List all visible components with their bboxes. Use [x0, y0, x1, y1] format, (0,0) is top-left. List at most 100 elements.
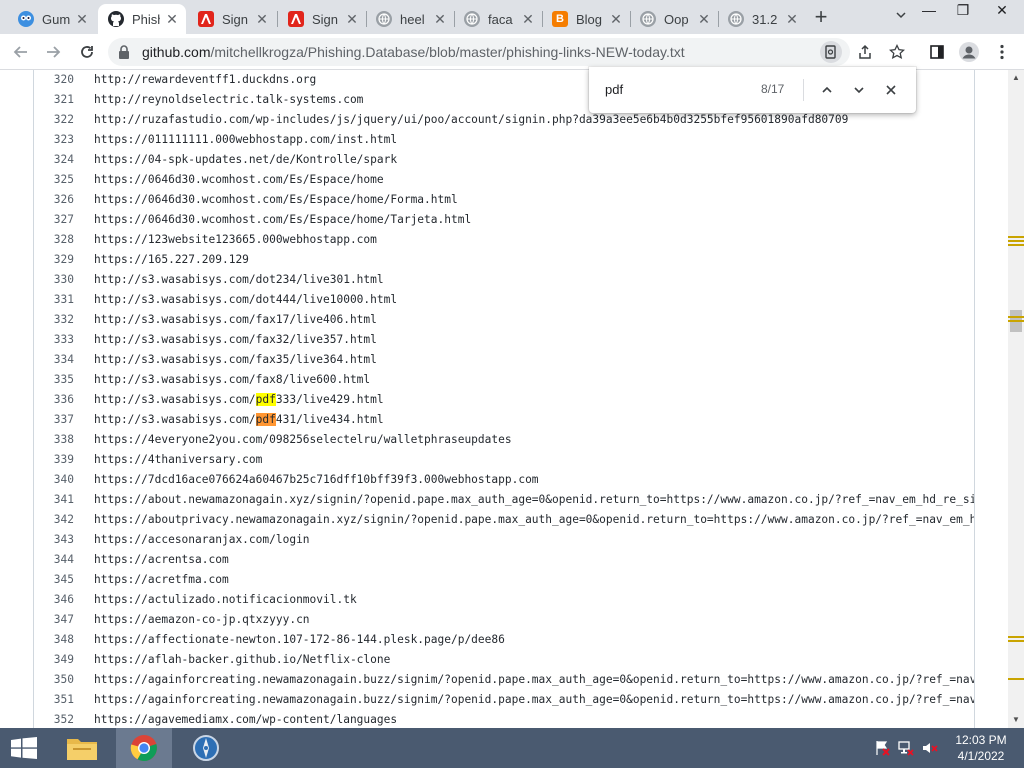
find-next-button[interactable] — [848, 79, 870, 101]
tab-2-active[interactable]: Phish ✕ — [98, 4, 186, 34]
find-input[interactable]: pdf — [605, 82, 623, 97]
start-button[interactable] — [0, 728, 48, 768]
line-number[interactable]: 322 — [34, 110, 74, 130]
tab-9[interactable]: 31.2 ✕ — [718, 4, 806, 34]
back-button[interactable] — [8, 39, 34, 65]
line-number[interactable]: 333 — [34, 330, 74, 350]
arrow-right-icon — [47, 46, 61, 58]
close-tab-icon[interactable]: ✕ — [432, 11, 448, 27]
windows-taskbar: 12:03 PM 4/1/2022 — [0, 728, 1024, 768]
line-text: http://s3.wasabisys.com/dot234/live301.h… — [94, 273, 384, 286]
more-menu-icon[interactable] — [990, 40, 1014, 64]
line-number[interactable]: 323 — [34, 130, 74, 150]
line-number[interactable]: 338 — [34, 430, 74, 450]
code-line: 325 https://0646d30.wcomhost.com/Es/Espac… — [34, 170, 974, 190]
network-app-taskbar-button[interactable] — [178, 728, 234, 768]
system-clock[interactable]: 12:03 PM 4/1/2022 — [946, 732, 1016, 764]
close-tab-icon[interactable]: ✕ — [254, 11, 270, 27]
vertical-scrollbar[interactable]: ▲ ▼ — [1008, 70, 1024, 728]
close-tab-icon[interactable]: ✕ — [696, 11, 712, 27]
action-center-flag-icon[interactable] — [873, 740, 891, 756]
tab-title: Gum — [42, 11, 70, 27]
line-number[interactable]: 337 — [34, 410, 74, 430]
new-tab-button[interactable]: + — [808, 5, 834, 31]
line-number[interactable]: 344 — [34, 550, 74, 570]
share-icon[interactable] — [853, 40, 877, 64]
line-number[interactable]: 320 — [34, 70, 74, 90]
line-number[interactable]: 348 — [34, 630, 74, 650]
volume-muted-icon[interactable] — [921, 740, 939, 756]
line-number[interactable]: 321 — [34, 90, 74, 110]
tab-5[interactable]: heel ✕ — [366, 4, 454, 34]
code-line: 326 https://0646d30.wcomhost.com/Es/Espac… — [34, 190, 974, 210]
line-text: https://123website123665.000webhostapp.c… — [94, 233, 377, 246]
find-close-button[interactable] — [880, 79, 902, 101]
find-result-marker — [1008, 240, 1024, 242]
arrow-left-icon — [13, 46, 27, 58]
tab-1[interactable]: Gum ✕ — [8, 4, 96, 34]
close-tab-icon[interactable]: ✕ — [164, 11, 180, 27]
line-number[interactable]: 347 — [34, 610, 74, 630]
line-number[interactable]: 331 — [34, 290, 74, 310]
address-bar[interactable]: github.com/mitchellkrogza/Phishing.Datab… — [108, 38, 850, 66]
find-previous-button[interactable] — [816, 79, 838, 101]
line-number[interactable]: 325 — [34, 170, 74, 190]
restore-button[interactable]: ❐ — [946, 0, 980, 22]
tab-6[interactable]: faca ✕ — [454, 4, 542, 34]
line-number[interactable]: 345 — [34, 570, 74, 590]
tab-8[interactable]: Oop ✕ — [630, 4, 718, 34]
line-number[interactable]: 336 — [34, 390, 74, 410]
code-line: 331 http://s3.wasabisys.com/dot444/live10… — [34, 290, 974, 310]
close-tab-icon[interactable]: ✕ — [784, 11, 800, 27]
scroll-up-arrow-icon[interactable]: ▲ — [1008, 70, 1024, 86]
line-text: https://04-spk-updates.net/de/Kontrolle/… — [94, 153, 398, 166]
line-number[interactable]: 328 — [34, 230, 74, 250]
line-number[interactable]: 335 — [34, 370, 74, 390]
line-number[interactable]: 349 — [34, 650, 74, 670]
profile-avatar-icon[interactable] — [957, 40, 981, 64]
line-number[interactable]: 339 — [34, 450, 74, 470]
forward-button[interactable] — [40, 39, 66, 65]
code-line: 324 https://04-spk-updates.net/de/Kontrol… — [34, 150, 974, 170]
bookmark-star-icon[interactable] — [885, 40, 909, 64]
tab-7[interactable]: B Blog ✕ — [542, 4, 630, 34]
find-result-marker — [1008, 236, 1024, 238]
line-number[interactable]: 343 — [34, 530, 74, 550]
line-text: https://affectionate-newton.107-172-86-1… — [94, 633, 505, 646]
close-tab-icon[interactable]: ✕ — [344, 11, 360, 27]
line-number[interactable]: 346 — [34, 590, 74, 610]
line-text: http://reynoldselectric.talk-systems.com — [94, 93, 364, 106]
url-path: /mitchellkrogza/Phishing.Database/blob/m… — [210, 44, 685, 60]
tab-4[interactable]: Sign ✕ — [278, 4, 366, 34]
line-number[interactable]: 332 — [34, 310, 74, 330]
close-tab-icon[interactable]: ✕ — [520, 11, 536, 27]
line-number[interactable]: 326 — [34, 190, 74, 210]
network-icon[interactable] — [897, 740, 915, 756]
reload-button[interactable] — [74, 39, 100, 65]
side-panel-icon[interactable] — [925, 40, 949, 64]
scroll-down-arrow-icon[interactable]: ▼ — [1008, 712, 1024, 728]
chrome-taskbar-button[interactable] — [116, 728, 172, 768]
line-number[interactable]: 327 — [34, 210, 74, 230]
line-number[interactable]: 342 — [34, 510, 74, 530]
close-tab-icon[interactable]: ✕ — [74, 11, 90, 27]
line-number[interactable]: 352 — [34, 710, 74, 728]
file-explorer-taskbar-button[interactable] — [54, 728, 110, 768]
tab-3[interactable]: Sign ✕ — [188, 4, 276, 34]
close-window-button[interactable]: ✕ — [980, 0, 1024, 22]
line-number[interactable]: 351 — [34, 690, 74, 710]
line-number[interactable]: 340 — [34, 470, 74, 490]
line-number[interactable]: 330 — [34, 270, 74, 290]
line-number[interactable]: 329 — [34, 250, 74, 270]
code-line: 334 http://s3.wasabisys.com/fax35/live364… — [34, 350, 974, 370]
line-number[interactable]: 334 — [34, 350, 74, 370]
close-tab-icon[interactable]: ✕ — [608, 11, 624, 27]
line-text: https://4everyone2you.com/098256selectel… — [94, 433, 512, 446]
owl-icon — [18, 11, 34, 27]
minimize-button[interactable]: — — [912, 0, 946, 22]
find-in-page-icon[interactable] — [820, 41, 842, 63]
line-number[interactable]: 324 — [34, 150, 74, 170]
line-number[interactable]: 341 — [34, 490, 74, 510]
line-number[interactable]: 350 — [34, 670, 74, 690]
line-text: http://rewardeventff1.duckdns.org — [94, 73, 317, 86]
